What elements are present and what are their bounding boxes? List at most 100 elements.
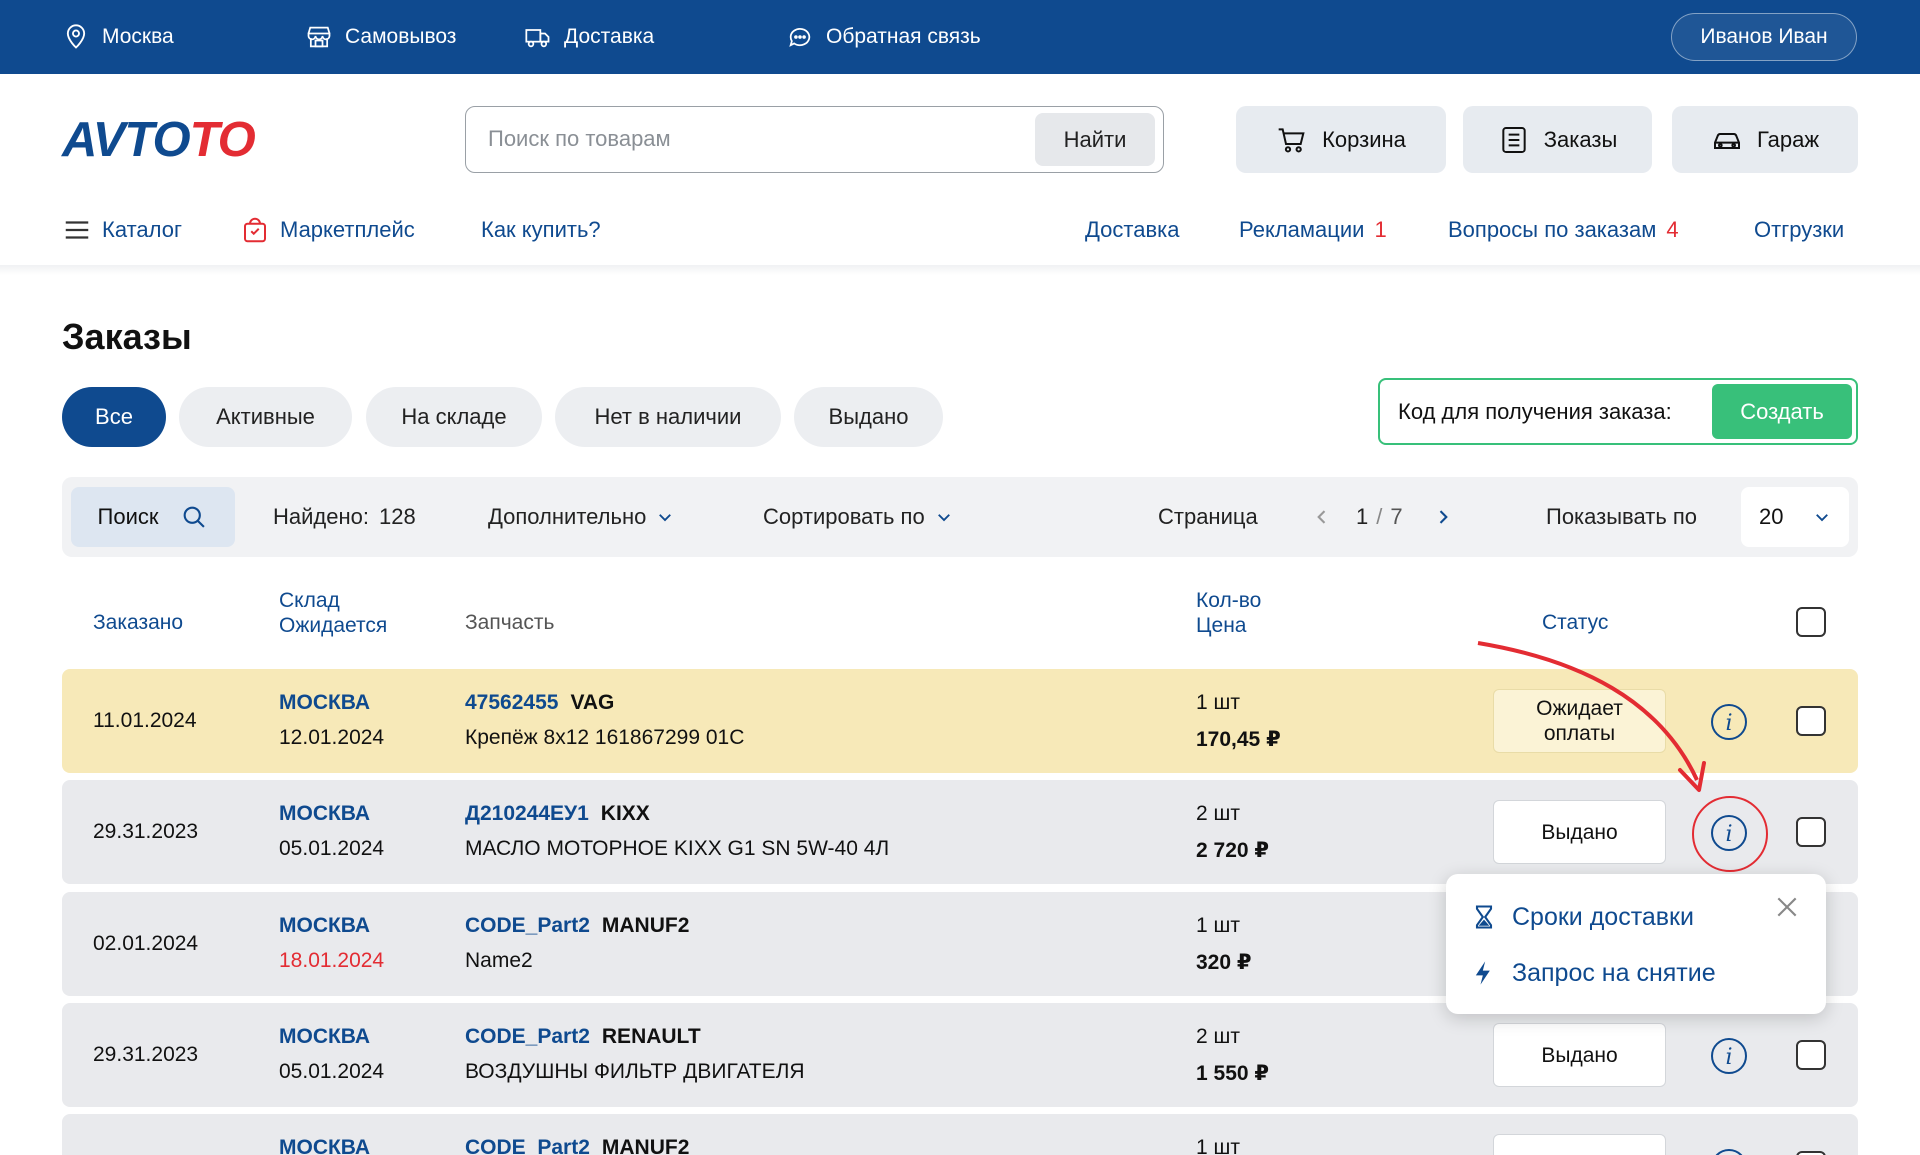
- pickup-code-label: Код для получения заказа:: [1398, 398, 1672, 424]
- filter-issued[interactable]: Выдано: [794, 387, 943, 447]
- part-code[interactable]: Д210244ЕУ1: [465, 802, 589, 825]
- chevron-left-icon[interactable]: [1312, 507, 1332, 527]
- part-code[interactable]: 47562455: [465, 691, 558, 714]
- search-input[interactable]: [488, 121, 1028, 157]
- logo-right: TO: [189, 113, 256, 167]
- per-page-select[interactable]: 20: [1741, 487, 1849, 547]
- price: 170,45 ₽: [1196, 728, 1281, 751]
- warehouse[interactable]: МОСКВА: [279, 686, 370, 720]
- city-selector[interactable]: Москва: [62, 0, 174, 74]
- part-brand: MANUF2: [601, 1136, 690, 1155]
- status-badge[interactable]: [1493, 1134, 1666, 1155]
- found-count: Найдено: 128: [273, 477, 416, 557]
- withdraw-request-item[interactable]: Запрос на снятие: [1470, 953, 1716, 993]
- table-row[interactable]: 11.01.2024 МОСКВА 12.01.2024 47562455 VAG…: [62, 669, 1858, 773]
- orders-toolbar: Поиск Найдено: 128 Дополнительно Сортиро…: [62, 477, 1858, 557]
- warehouse[interactable]: МОСКВА: [279, 1131, 370, 1155]
- info-icon-highlight-ring: [1692, 796, 1768, 872]
- warehouse[interactable]: МОСКВА: [279, 797, 370, 831]
- part-code-line: CODE_Part2 RENAULT: [465, 1020, 701, 1054]
- part-code[interactable]: CODE_Part2: [465, 914, 590, 937]
- part-brand: MANUF2: [601, 914, 690, 937]
- advanced-dropdown[interactable]: Дополнительно: [488, 477, 674, 557]
- found-value: 128: [378, 504, 416, 529]
- status-badge[interactable]: Ожидает оплаты: [1493, 689, 1666, 753]
- filter-in-stock[interactable]: На складе: [366, 387, 542, 447]
- col-ordered[interactable]: Заказано: [93, 610, 183, 635]
- marketplace-link[interactable]: Маркетплейс: [240, 212, 415, 248]
- col-status[interactable]: Статус: [1542, 610, 1608, 635]
- delivery-terms-item[interactable]: Сроки доставки: [1470, 897, 1694, 937]
- filter-active[interactable]: Активные: [179, 387, 352, 447]
- price: 2 720 ₽: [1196, 839, 1269, 862]
- col-price[interactable]: Цена: [1196, 613, 1247, 638]
- logo[interactable]: AVTOTO: [62, 112, 256, 168]
- close-icon[interactable]: [1774, 894, 1800, 920]
- warehouse[interactable]: МОСКВА: [279, 909, 370, 943]
- sort-label: Сортировать по: [763, 504, 925, 529]
- questions-link[interactable]: Вопросы по заказам 4: [1448, 212, 1679, 248]
- user-account-button[interactable]: Иванов Иван: [1671, 13, 1857, 61]
- sort-dropdown[interactable]: Сортировать по: [763, 477, 953, 557]
- pagination-label: Страница: [1158, 477, 1258, 557]
- delivery-link[interactable]: Доставка: [524, 0, 654, 74]
- status-badge[interactable]: Выдано: [1493, 1023, 1666, 1087]
- col-warehouse[interactable]: Склад: [279, 588, 340, 613]
- info-icon[interactable]: i: [1710, 703, 1748, 741]
- list-icon: [1502, 126, 1526, 153]
- status-badge[interactable]: Выдано: [1493, 800, 1666, 864]
- orders-search-button[interactable]: Поиск: [71, 487, 235, 547]
- pickup-label: Самовывоз: [345, 25, 457, 48]
- quantity: 1 шт: [1196, 691, 1240, 714]
- orders-button[interactable]: Заказы: [1463, 106, 1652, 173]
- complaints-label: Рекламации: [1239, 217, 1365, 242]
- chevron-down-icon: [937, 514, 950, 522]
- info-icon[interactable]: i: [1710, 1037, 1748, 1075]
- garage-button[interactable]: Гараж: [1672, 106, 1858, 173]
- chevron-right-icon[interactable]: [1433, 507, 1453, 527]
- search-button[interactable]: Найти: [1035, 113, 1155, 166]
- row-checkbox[interactable]: [1796, 817, 1826, 847]
- delivery-nav-link[interactable]: Доставка: [1085, 212, 1179, 248]
- ordered-date: 29.31.2023: [93, 820, 199, 843]
- catalog-link[interactable]: Каталог: [62, 212, 182, 248]
- price: 320 ₽: [1196, 951, 1252, 974]
- table-row[interactable]: 29.31.2023 МОСКВА 05.01.2024 CODE_Part2 R…: [62, 1003, 1858, 1107]
- chat-bubble-icon: [789, 28, 811, 47]
- marketplace-label: Маркетплейс: [280, 217, 415, 242]
- complaints-link[interactable]: Рекламации 1: [1239, 212, 1387, 248]
- delivery-label: Доставка: [564, 25, 655, 48]
- cart-button[interactable]: Корзина: [1236, 106, 1446, 173]
- warehouse[interactable]: МОСКВА: [279, 1020, 370, 1054]
- page-separator: /: [1376, 504, 1383, 529]
- col-qty[interactable]: Кол-во: [1196, 588, 1261, 613]
- shipments-link[interactable]: Отгрузки: [1754, 212, 1844, 248]
- top-bar: Москва Самовывоз Доставка Обратная связь…: [0, 0, 1920, 74]
- feedback-link[interactable]: Обратная связь: [786, 0, 981, 74]
- row-checkbox[interactable]: [1796, 1151, 1826, 1155]
- page-current: 1: [1356, 504, 1369, 529]
- delivery-terms-label: Сроки доставки: [1512, 902, 1694, 931]
- filter-all[interactable]: Все: [62, 387, 166, 447]
- col-expected[interactable]: Ожидается: [279, 613, 387, 638]
- select-all-checkbox[interactable]: [1796, 607, 1826, 637]
- expected-date: 18.01.2024: [279, 949, 385, 972]
- filter-out-of-stock[interactable]: Нет в наличии: [555, 387, 781, 447]
- status-label: Ожидает оплаты: [1536, 697, 1623, 745]
- row-checkbox[interactable]: [1796, 706, 1826, 736]
- cart-label: Корзина: [1322, 126, 1406, 152]
- table-row[interactable]: МОСКВА CODE_Part2 MANUF2 1 шт: [62, 1114, 1858, 1155]
- info-icon[interactable]: [1710, 1148, 1748, 1155]
- part-code-line: 47562455 VAG: [465, 686, 614, 720]
- part-name: МАСЛО МОТОРНОЕ KIXX G1 SN 5W-40 4Л: [465, 837, 890, 860]
- create-code-button[interactable]: Создать: [1712, 384, 1852, 439]
- truck-icon: [525, 29, 550, 48]
- part-code[interactable]: CODE_Part2: [465, 1025, 590, 1048]
- logo-left: AVTO: [62, 113, 191, 167]
- part-code[interactable]: CODE_Part2: [465, 1136, 590, 1155]
- how-to-buy-link[interactable]: Как купить?: [481, 212, 601, 248]
- pickup-link[interactable]: Самовывоз: [305, 0, 456, 74]
- per-page-label-wrap: Показывать по: [1546, 477, 1697, 557]
- row-checkbox[interactable]: [1796, 1040, 1826, 1070]
- table-row[interactable]: 29.31.2023 МОСКВА 05.01.2024 Д210244ЕУ1 K…: [62, 780, 1858, 884]
